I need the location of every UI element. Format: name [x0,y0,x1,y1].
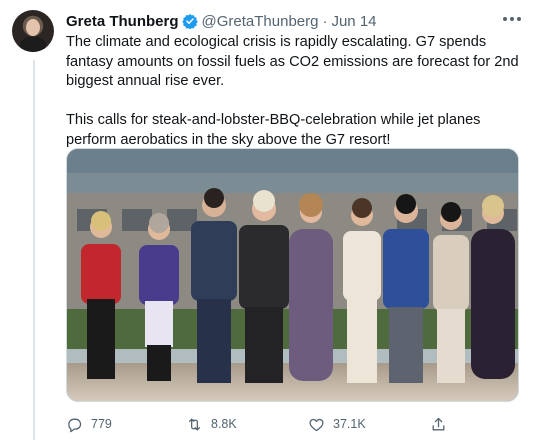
building-band [67,173,518,193]
separator-dot: · [322,12,328,30]
author-name[interactable]: Greta Thunberg [66,13,179,30]
more-dot [510,17,514,21]
author-handle[interactable]: @GretaThunberg [202,13,319,30]
tweet-paragraph-2: This calls for steak-and-lobster-BBQ-cel… [66,112,481,148]
like-button[interactable]: 37.1K [308,414,366,434]
like-count: 37.1K [333,417,366,431]
tweet-paragraph-1: The climate and ecological crisis is rap… [66,34,519,89]
more-dots-icon[interactable] [500,12,524,26]
more-dot [517,17,521,21]
reply-button[interactable]: 779 [66,414,112,434]
avatar[interactable] [12,10,54,52]
tweet-header: Greta Thunberg @GretaThunberg · Jun 14 [66,12,377,30]
avatar-shirt [20,37,46,52]
photo-illustration [67,149,518,401]
tweet-text: The climate and ecological crisis is rap… [66,33,526,150]
tweet-date[interactable]: Jun 14 [331,13,376,30]
reply-count: 779 [91,417,112,431]
verified-badge-icon [181,13,198,30]
building-roof [67,149,518,173]
tweet-photo[interactable] [66,148,519,402]
retweet-count: 8.8K [211,417,237,431]
reply-icon [68,418,82,432]
share-icon [432,417,445,430]
retweet-button[interactable]: 8.8K [186,414,237,434]
thread-line [33,60,35,440]
share-button[interactable] [430,414,447,434]
tweet-actions: 779 8.8K 37.1K [66,414,456,434]
more-dot [503,17,507,21]
avatar-face [26,19,40,36]
retweet-icon [188,418,201,430]
heart-icon [309,418,324,431]
